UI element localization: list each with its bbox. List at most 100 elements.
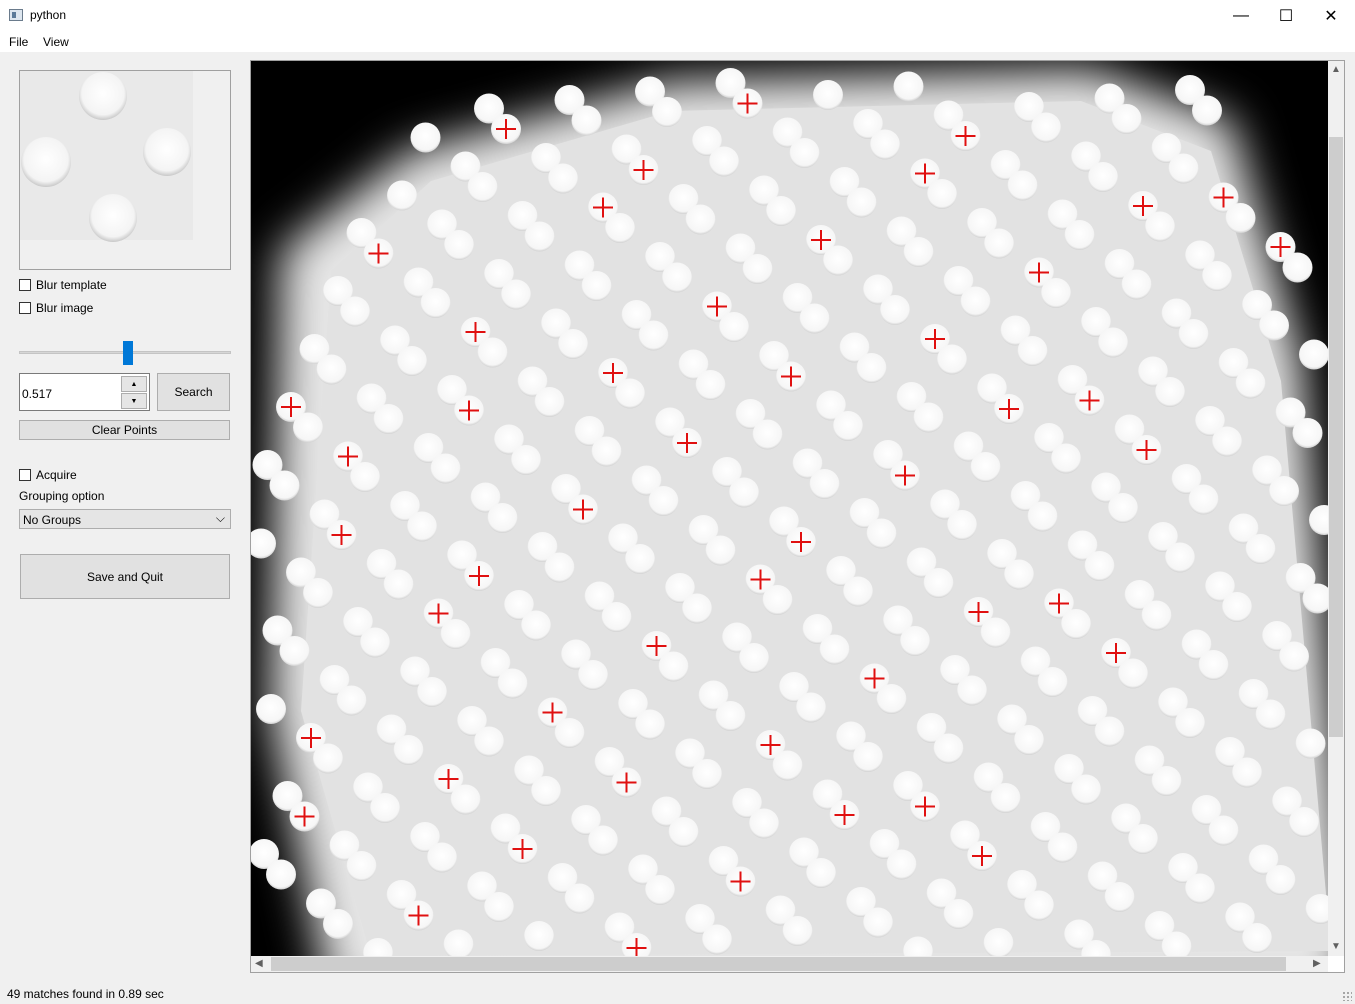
grid-hole <box>487 503 518 533</box>
grid-hole <box>1071 774 1101 805</box>
grid-hole <box>843 576 873 607</box>
threshold-spinbox[interactable]: 0.517 ▲ ▼ <box>19 373 150 411</box>
blur-template-checkbox[interactable]: Blur template <box>19 278 107 292</box>
grid-hole <box>1084 551 1115 581</box>
acquire-label: Acquire <box>36 468 77 482</box>
grid-hole <box>1111 104 1142 134</box>
grid-hole <box>1265 865 1296 895</box>
grid-hole <box>427 842 457 873</box>
grid-hole <box>444 230 474 260</box>
grid-image[interactable] <box>251 61 1344 972</box>
grid-hole <box>387 180 417 211</box>
grid-hole <box>625 544 655 574</box>
grid-hole <box>960 286 991 317</box>
grid-hole <box>1282 252 1313 283</box>
menu-file[interactable]: File <box>9 35 28 49</box>
grid-hole <box>256 694 286 724</box>
acquire-checkbox[interactable]: Acquire <box>19 468 77 482</box>
grid-hole <box>685 204 716 235</box>
grouping-combobox[interactable]: No Groups ⌵ <box>19 509 231 529</box>
scroll-up-icon[interactable]: ▲ <box>1331 64 1341 75</box>
blur-image-checkbox[interactable]: Blur image <box>19 301 93 315</box>
grid-hole <box>336 685 367 716</box>
threshold-value[interactable]: 0.517 <box>22 387 52 401</box>
vertical-scrollbar[interactable]: ▲ ▼ <box>1328 61 1344 956</box>
grid-hole <box>1212 426 1242 457</box>
grid-hole <box>1031 112 1061 143</box>
grid-hole <box>393 735 424 765</box>
spin-up-icon[interactable]: ▲ <box>121 376 147 392</box>
grid-hole <box>806 858 836 888</box>
horizontal-scrollbar[interactable]: ◀ ▶ <box>251 956 1328 972</box>
grid-hole <box>980 617 1011 648</box>
scroll-right-icon[interactable]: ▶ <box>1313 958 1321 969</box>
blur-template-box[interactable] <box>19 279 31 291</box>
menu-view[interactable]: View <box>43 35 69 49</box>
scroll-down-icon[interactable]: ▼ <box>1331 941 1341 952</box>
grid-hole <box>1289 807 1319 837</box>
threshold-slider-handle[interactable] <box>123 341 133 365</box>
horizontal-scroll-thumb[interactable] <box>271 957 1286 971</box>
vertical-scroll-thumb[interactable] <box>1329 137 1343 737</box>
grid-hole <box>370 793 400 823</box>
grid-hole <box>886 849 917 880</box>
close-button[interactable]: ✕ <box>1308 0 1354 31</box>
grid-hole <box>544 552 575 583</box>
grid-hole <box>870 129 900 160</box>
grid-hole <box>819 634 850 665</box>
grid-hole <box>397 346 427 376</box>
maximize-button[interactable]: ☐ <box>1263 0 1309 31</box>
resize-grip-icon[interactable] <box>1342 991 1352 1001</box>
grid-hole <box>474 726 504 757</box>
grid-hole <box>1121 269 1152 300</box>
grid-hole <box>1232 757 1262 788</box>
blur-image-box[interactable] <box>19 302 31 314</box>
grid-hole <box>1255 699 1286 730</box>
grid-hole <box>900 626 930 656</box>
image-viewport[interactable] <box>250 60 1345 973</box>
grid-hole <box>782 916 813 946</box>
grid-hole <box>648 486 679 516</box>
grid-hole <box>417 677 447 707</box>
grid-hole <box>531 776 561 806</box>
grid-hole <box>430 453 461 484</box>
acquire-box[interactable] <box>19 469 31 481</box>
grid-hole <box>937 344 967 375</box>
grid-hole <box>605 213 635 243</box>
grouping-option-label: Grouping option <box>19 489 105 503</box>
grid-hole <box>1094 716 1125 747</box>
grid-hole <box>571 105 602 136</box>
grid-hole <box>373 404 404 434</box>
grid-hole <box>796 692 826 723</box>
grid-hole <box>350 462 380 492</box>
grid-hole <box>484 892 514 922</box>
grid-hole <box>1175 708 1205 738</box>
grid-hole <box>1004 559 1034 590</box>
grid-hole <box>581 271 612 301</box>
clear-points-button[interactable]: Clear Points <box>19 420 230 440</box>
grid-hole <box>809 469 840 499</box>
spin-down-icon[interactable]: ▼ <box>121 393 147 409</box>
grid-hole <box>853 742 883 772</box>
grid-hole <box>524 921 554 951</box>
grid-hole <box>695 370 726 400</box>
search-button[interactable]: Search <box>157 373 230 411</box>
grid-hole <box>927 179 957 209</box>
grid-hole <box>933 733 964 764</box>
grid-hole <box>823 245 853 276</box>
grid-hole <box>1165 542 1195 573</box>
save-and-quit-button[interactable]: Save and Quit <box>20 554 230 599</box>
scroll-left-icon[interactable]: ◀ <box>255 958 263 969</box>
grid-hole <box>1208 815 1239 846</box>
grid-hole <box>652 97 682 127</box>
grid-hole <box>420 288 451 318</box>
grid-hole <box>984 228 1014 259</box>
chevron-down-icon: ⌵ <box>215 511 225 525</box>
grid-hole <box>1202 261 1232 291</box>
grid-hole <box>467 172 498 202</box>
grid-hole <box>715 701 746 731</box>
grid-hole <box>1155 377 1185 407</box>
title-bar: python — ☐ ✕ <box>0 0 1355 31</box>
grid-hole <box>863 907 893 938</box>
minimize-button[interactable]: — <box>1218 0 1264 31</box>
